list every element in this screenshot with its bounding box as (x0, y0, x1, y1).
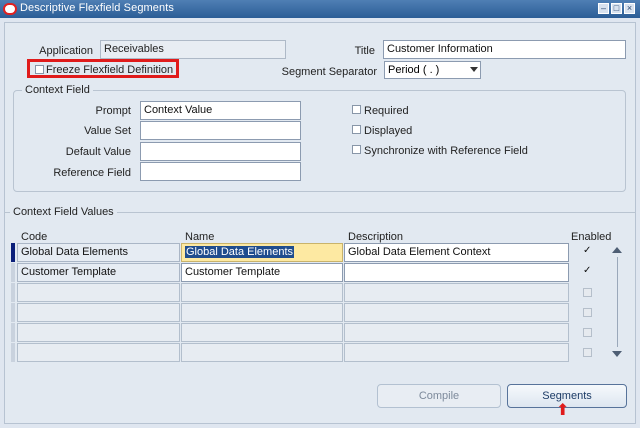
chevron-down-icon (470, 67, 478, 72)
scroll-down-icon[interactable] (612, 351, 622, 357)
enabled-checkbox[interactable] (583, 308, 592, 317)
prompt-label: Prompt (95, 105, 131, 117)
code-cell[interactable] (17, 343, 180, 362)
close-icon[interactable]: × (624, 3, 635, 14)
name-cell-selected-text: Global Data Elements (185, 246, 294, 258)
description-cell[interactable] (344, 283, 569, 302)
application-label: Application (39, 45, 93, 57)
title-field[interactable]: Customer Information (383, 40, 626, 59)
row-selector[interactable] (11, 303, 15, 322)
code-cell[interactable]: Global Data Elements (17, 243, 180, 262)
description-cell[interactable] (344, 343, 569, 362)
title-bar: Descriptive Flexfield Segments – □ × (0, 0, 640, 18)
row-selector[interactable] (11, 323, 15, 342)
arrow-up-icon: ⬆ (556, 402, 570, 419)
reference-field[interactable] (140, 162, 301, 181)
freeze-checkbox[interactable] (35, 65, 44, 74)
value-set-label: Value Set (84, 125, 131, 137)
code-cell[interactable]: Customer Template (17, 263, 180, 282)
enabled-checkbox[interactable] (583, 328, 592, 337)
oracle-logo-icon (3, 3, 17, 15)
default-value-field[interactable] (140, 142, 301, 161)
row-selector-current[interactable] (11, 243, 15, 262)
name-cell-selected[interactable]: Global Data Elements (181, 243, 343, 262)
description-cell[interactable] (344, 323, 569, 342)
compile-button[interactable]: Compile (377, 384, 501, 408)
column-header-name: Name (185, 231, 215, 243)
value-set-field[interactable] (140, 121, 301, 140)
default-value-label: Default Value (65, 146, 131, 158)
name-cell[interactable] (181, 303, 343, 322)
column-header-description: Description (348, 231, 404, 243)
application-field[interactable]: Receivables (100, 40, 286, 59)
enabled-checkbox[interactable] (583, 245, 592, 257)
name-cell[interactable] (181, 283, 343, 302)
form-panel (4, 22, 636, 424)
enabled-checkbox[interactable] (583, 265, 592, 277)
column-header-code: Code (21, 231, 48, 243)
code-cell[interactable] (17, 303, 180, 322)
name-cell[interactable]: Customer Template (181, 263, 343, 282)
segment-separator-label: Segment Separator (281, 66, 377, 78)
vertical-scrollbar[interactable] (612, 245, 624, 363)
column-header-enabled: Enabled (571, 231, 612, 243)
description-cell[interactable]: Global Data Element Context (344, 243, 569, 262)
displayed-label: Displayed (364, 125, 413, 137)
scroll-track[interactable] (617, 257, 618, 347)
description-cell[interactable] (344, 263, 569, 282)
scroll-up-icon[interactable] (612, 247, 622, 253)
required-label: Required (364, 105, 409, 117)
name-cell[interactable] (181, 343, 343, 362)
enabled-checkbox[interactable] (583, 348, 592, 357)
required-checkbox[interactable] (352, 105, 361, 114)
reference-field-label: Reference Field (53, 167, 131, 179)
enabled-checkbox[interactable] (583, 288, 592, 297)
code-cell[interactable] (17, 283, 180, 302)
synchronize-checkbox[interactable] (352, 145, 361, 154)
row-selector[interactable] (11, 343, 15, 362)
segment-separator-select[interactable]: Period ( . ) (384, 61, 481, 79)
window-title: Descriptive Flexfield Segments (20, 2, 175, 14)
prompt-field[interactable]: Context Value (140, 101, 301, 120)
displayed-checkbox[interactable] (352, 125, 361, 134)
row-selector[interactable] (11, 283, 15, 302)
code-cell[interactable] (17, 323, 180, 342)
description-cell[interactable] (344, 303, 569, 322)
context-values-group-title: Context Field Values (10, 206, 117, 218)
freeze-label: Freeze Flexfield Definition (46, 64, 174, 76)
maximize-icon[interactable]: □ (611, 3, 622, 14)
synchronize-label: Synchronize with Reference Field (364, 145, 528, 157)
name-cell[interactable] (181, 323, 343, 342)
row-selector[interactable] (11, 263, 15, 282)
title-label: Title (354, 45, 375, 57)
segment-separator-value: Period ( . ) (388, 64, 440, 76)
context-field-group-title: Context Field (22, 84, 93, 96)
minimize-icon[interactable]: – (598, 3, 609, 14)
